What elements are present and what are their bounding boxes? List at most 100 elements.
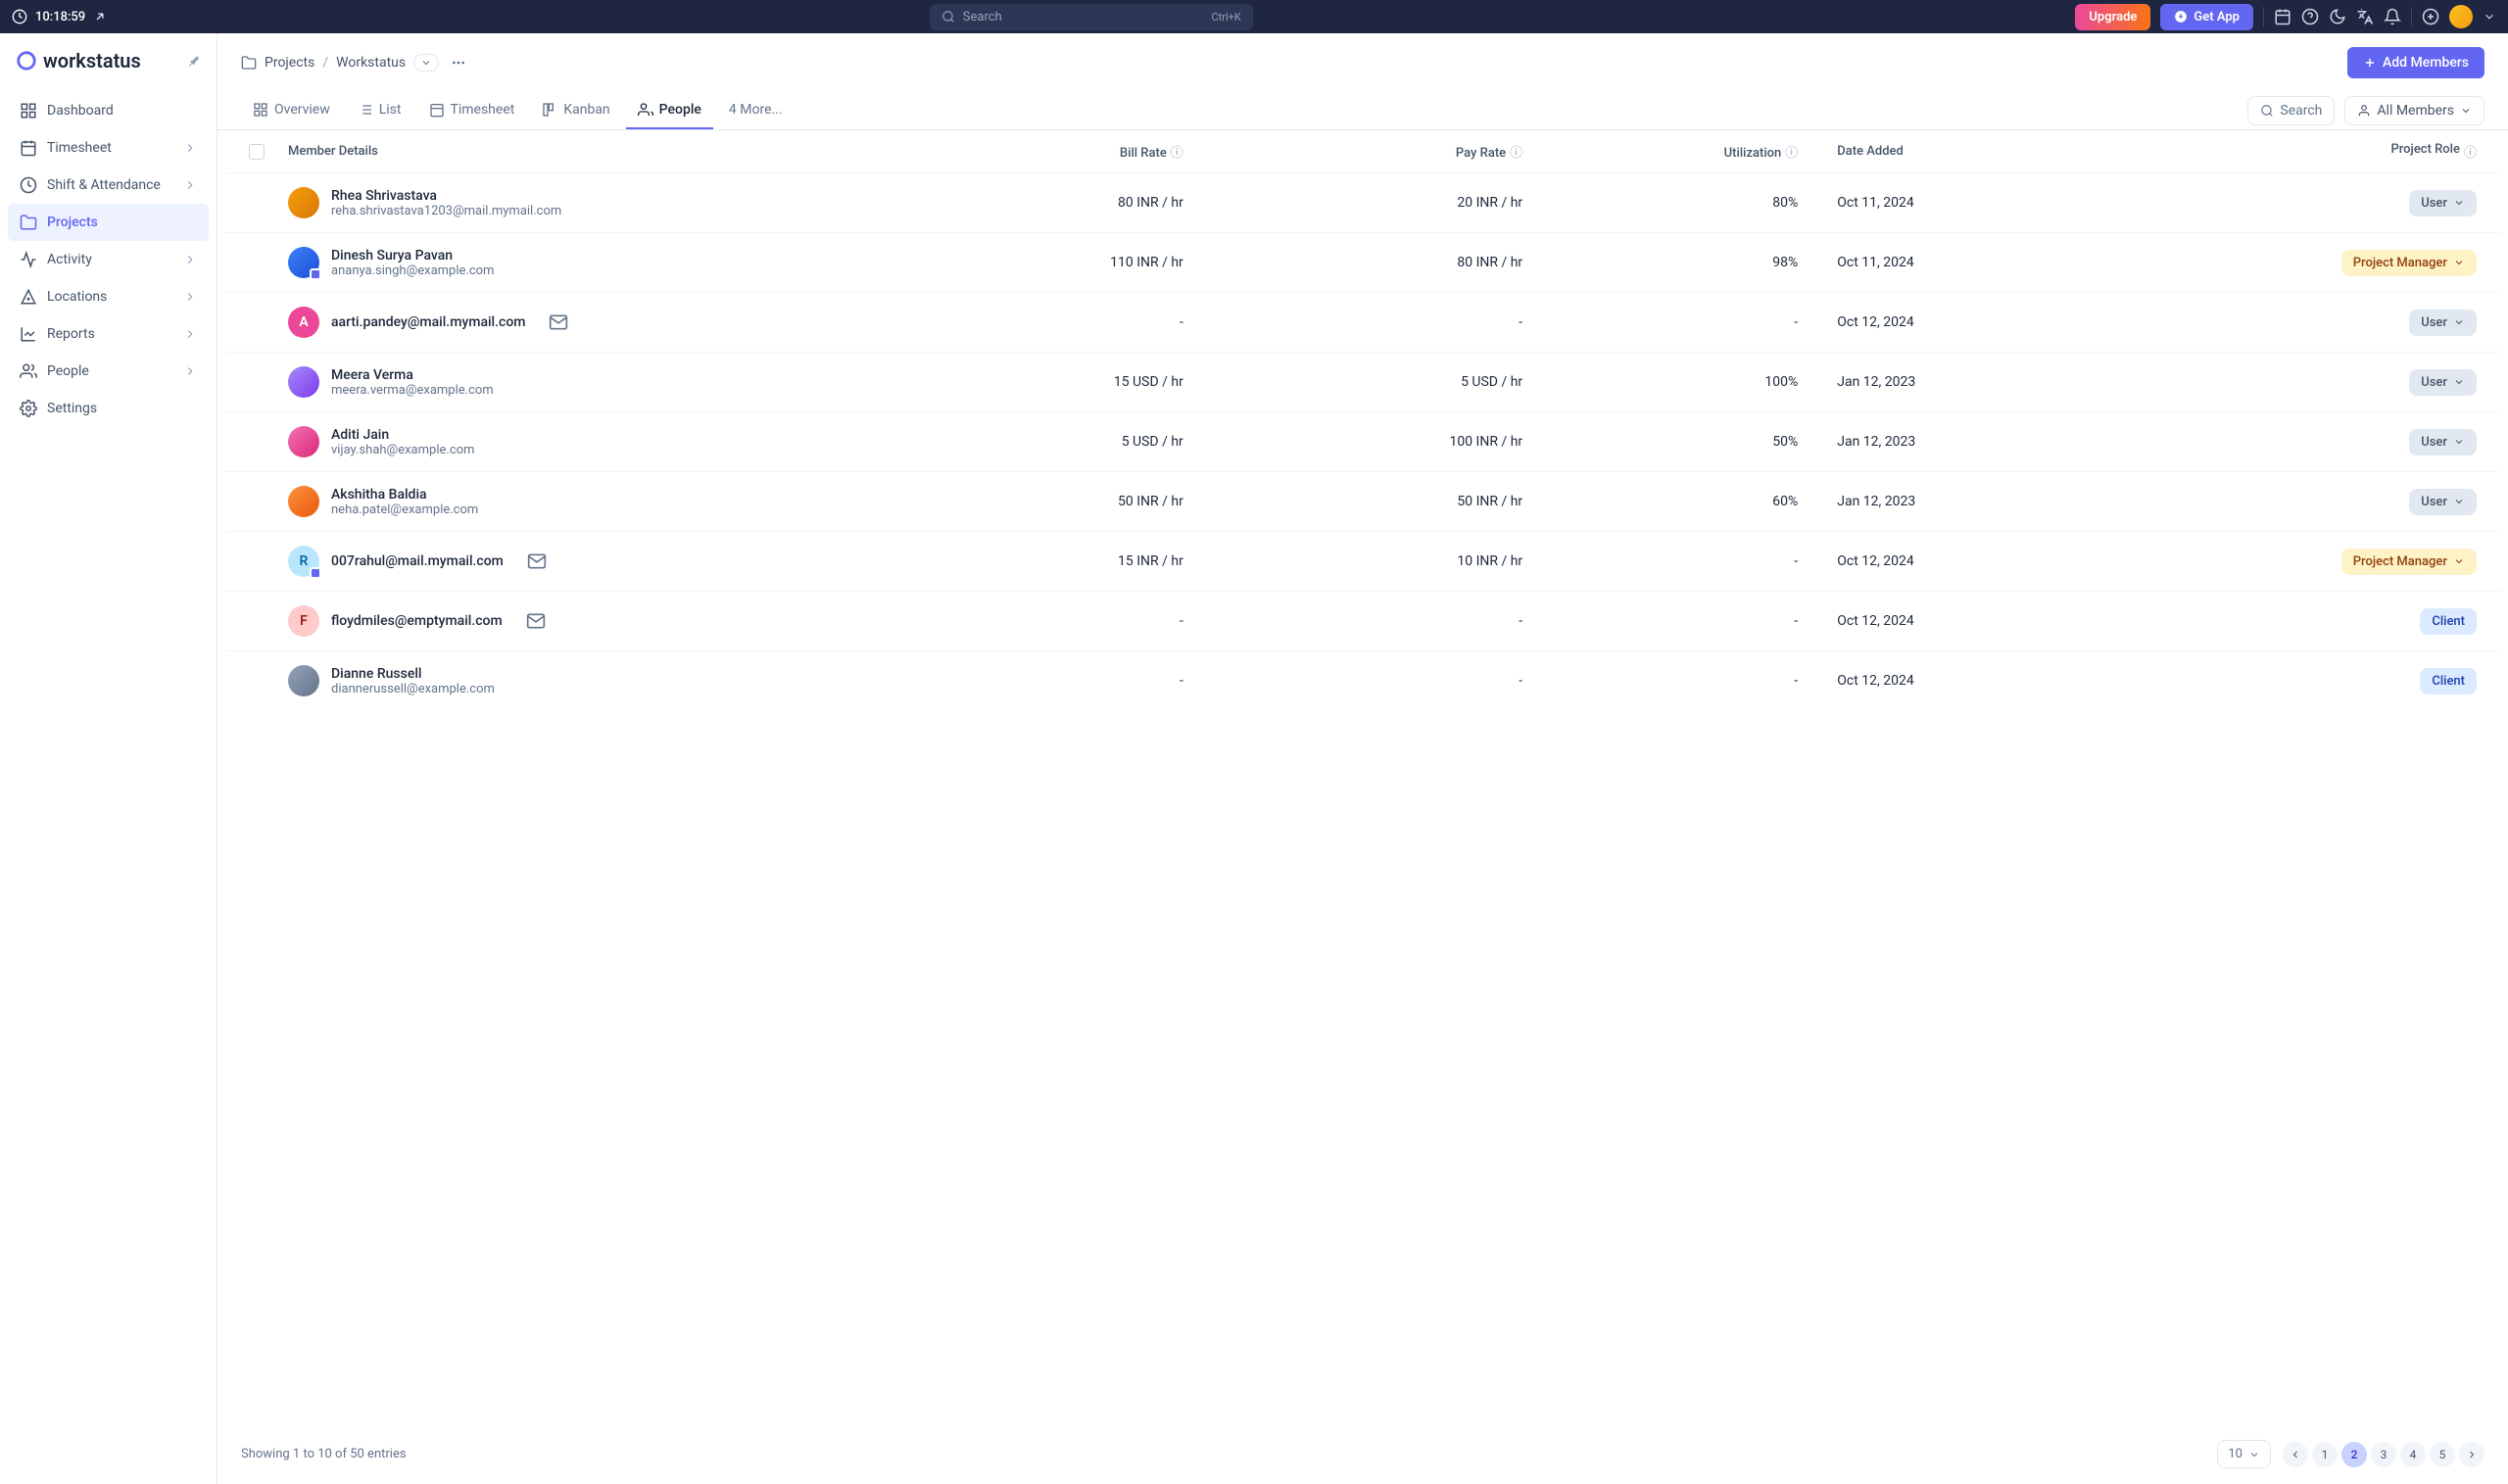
mail-icon[interactable] [527,551,547,571]
sidebar-item-reports[interactable]: Reports [8,315,209,353]
add-members-button[interactable]: Add Members [2347,47,2484,78]
utilization: 50% [1542,434,1817,450]
table-row[interactable]: Rhea Shrivastavareha.shrivastava1203@mai… [225,172,2500,232]
col-bill[interactable]: Bill Rateⓘ [863,142,1202,161]
member-avatar[interactable] [288,247,319,278]
pay-rate: 100 INR / hr [1203,434,1542,450]
table-row[interactable]: R007rahul@mail.mymail.com15 INR / hr10 I… [225,531,2500,591]
search-placeholder: Search [963,10,1002,24]
col-util[interactable]: Utilizationⓘ [1542,142,1817,161]
prev-page[interactable] [2283,1442,2308,1467]
next-page[interactable] [2459,1442,2484,1467]
col-date[interactable]: Date Added [1817,144,2156,159]
info-icon[interactable]: ⓘ [1510,146,1522,161]
page-2[interactable]: 2 [2341,1442,2367,1467]
bill-rate: 110 INR / hr [863,255,1202,270]
page-5[interactable]: 5 [2430,1442,2455,1467]
table-row[interactable]: Ffloydmiles@emptymail.com---Oct 12, 2024… [225,591,2500,650]
sidebar-item-timesheet[interactable]: Timesheet [8,129,209,167]
member-avatar[interactable] [288,426,319,457]
sidebar-item-locations[interactable]: Locations [8,278,209,315]
members-table: Member Details Bill Rateⓘ Pay Rateⓘ Util… [217,130,2508,1424]
pin-icon[interactable] [187,54,201,68]
filter-members[interactable]: All Members [2344,96,2484,125]
member-avatar[interactable] [288,366,319,398]
sidebar-item-shift-attendance[interactable]: Shift & Attendance [8,167,209,204]
tab--more-[interactable]: 4 More... [717,92,795,129]
global-search[interactable]: Search Ctrl+K [930,4,1253,30]
tab-list[interactable]: List [346,92,413,129]
member-avatar[interactable]: A [288,307,319,338]
member-avatar[interactable] [288,486,319,517]
timer-display[interactable]: 10:18:59 [12,9,107,24]
tab-people[interactable]: People [626,92,713,129]
table-row[interactable]: Dinesh Surya Pavanananya.singh@example.c… [225,232,2500,292]
page-3[interactable]: 3 [2371,1442,2396,1467]
table-row[interactable]: Meera Vermameera.verma@example.com15 USD… [225,352,2500,411]
sidebar-item-activity[interactable]: Activity [8,241,209,278]
role-select[interactable]: Client [2420,668,2477,694]
table-row[interactable]: Akshitha Baldianeha.patel@example.com50 … [225,471,2500,531]
nav-icon [20,325,37,343]
sidebar-item-dashboard[interactable]: Dashboard [8,92,209,129]
page-1[interactable]: 1 [2312,1442,2338,1467]
sidebar-item-people[interactable]: People [8,353,209,390]
plus-icon[interactable] [2422,8,2439,25]
bill-rate: 15 INR / hr [863,553,1202,569]
calendar-icon[interactable] [2274,8,2291,25]
chevron-right-icon [183,327,197,341]
col-member[interactable]: Member Details [288,144,863,159]
table-row[interactable]: Dianne Russelldiannerussell@example.com-… [225,650,2500,710]
select-all-checkbox[interactable] [249,144,265,160]
member-avatar[interactable] [288,187,319,218]
role-select[interactable]: User [2409,310,2477,336]
member-email: floydmiles@emptymail.com [331,613,503,629]
role-select[interactable]: Client [2420,608,2477,635]
page-size-select[interactable]: 10 [2217,1440,2271,1468]
col-role[interactable]: Project Roleⓘ [2157,142,2477,161]
user-avatar[interactable] [2449,5,2473,28]
chevron-right-icon [183,290,197,304]
nav-icon [20,102,37,120]
col-pay[interactable]: Pay Rateⓘ [1203,142,1542,161]
member-avatar[interactable]: F [288,605,319,637]
tab-overview[interactable]: Overview [241,92,342,129]
more-icon[interactable] [447,51,470,74]
member-email: ananya.singh@example.com [331,263,494,278]
sidebar-item-settings[interactable]: Settings [8,390,209,427]
info-icon[interactable]: ⓘ [1785,146,1798,161]
role-select[interactable]: Project Manager [2341,250,2477,276]
mail-icon[interactable] [549,312,568,332]
search-members[interactable]: Search [2247,96,2335,125]
tab-kanban[interactable]: Kanban [530,92,621,129]
date-added: Jan 12, 2023 [1817,374,2156,390]
table-row[interactable]: Aditi Jainvijay.shah@example.com5 USD / … [225,411,2500,471]
info-icon[interactable]: ⓘ [2464,142,2477,161]
help-icon[interactable] [2301,8,2319,25]
breadcrumb-current[interactable]: Workstatus [336,55,406,71]
mail-icon[interactable] [526,611,546,631]
breadcrumb-root[interactable]: Projects [265,55,314,71]
table-row[interactable]: Aaarti.pandey@mail.mymail.com---Oct 12, … [225,292,2500,352]
page-4[interactable]: 4 [2400,1442,2426,1467]
member-avatar[interactable]: R [288,546,319,577]
role-select[interactable]: User [2409,190,2477,216]
role-select[interactable]: User [2409,489,2477,515]
expand-icon[interactable] [93,10,107,24]
role-select[interactable]: User [2409,429,2477,455]
info-icon[interactable]: ⓘ [1171,146,1183,161]
upgrade-button[interactable]: Upgrade [2075,4,2150,30]
table-footer: Showing 1 to 10 of 50 entries 10 12345 [217,1424,2508,1484]
tab-timesheet[interactable]: Timesheet [417,92,527,129]
get-app-button[interactable]: Get App [2160,4,2253,30]
member-avatar[interactable] [288,665,319,696]
role-select[interactable]: Project Manager [2341,549,2477,575]
chevron-down-icon[interactable] [2483,10,2496,24]
breadcrumb-dropdown[interactable] [413,54,439,72]
sidebar-item-projects[interactable]: Projects [8,204,209,241]
role-select[interactable]: User [2409,369,2477,396]
translate-icon[interactable] [2356,8,2374,25]
moon-icon[interactable] [2329,8,2346,25]
bell-icon[interactable] [2384,8,2401,25]
logo[interactable]: workstatus [8,49,209,88]
